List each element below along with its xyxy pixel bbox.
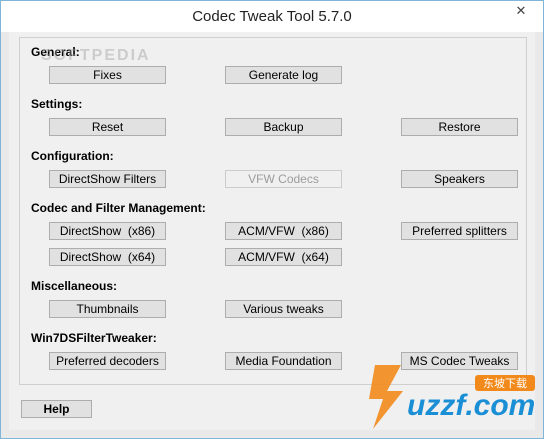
svg-text:uzzf.com: uzzf.com [407,389,535,422]
restore-button[interactable]: Restore [401,118,518,136]
section-configuration-label: Configuration: [31,149,114,163]
title-bar[interactable]: Codec Tweak Tool 5.7.0 ✕ [1,1,543,32]
preferred-splitters-button[interactable]: Preferred splitters [401,222,518,240]
acm-vfw-x86-button[interactable]: ACM/VFW (x86) [225,222,342,240]
help-button[interactable]: Help [21,400,92,418]
speakers-button[interactable]: Speakers [401,170,518,188]
svg-text:东坡下载: 东坡下载 [483,377,527,390]
backup-button[interactable]: Backup [225,118,342,136]
directshow-x86-button[interactable]: DirectShow (x86) [49,222,166,240]
directshow-filters-button[interactable]: DirectShow Filters [49,170,166,188]
section-settings-label: Settings: [31,97,83,111]
app-window: Codec Tweak Tool 5.7.0 ✕ General: Fixes … [0,0,544,439]
fixes-button[interactable]: Fixes [49,66,166,84]
section-win7ds-label: Win7DSFilterTweaker: [31,331,157,345]
directshow-x64-button[interactable]: DirectShow (x64) [49,248,166,266]
window-title: Codec Tweak Tool 5.7.0 [192,8,352,25]
vfw-codecs-button: VFW Codecs [225,170,342,188]
thumbnails-button[interactable]: Thumbnails [49,300,166,318]
softpedia-watermark: SOFTPEDIA [41,47,151,64]
reset-button[interactable]: Reset [49,118,166,136]
close-icon[interactable]: ✕ [509,2,533,20]
uzzf-logo-watermark: uzzf.com 东坡下载 [369,365,535,429]
section-codec-filter-label: Codec and Filter Management: [31,201,206,215]
various-tweaks-button[interactable]: Various tweaks [225,300,342,318]
media-foundation-button[interactable]: Media Foundation [225,352,342,370]
acm-vfw-x64-button[interactable]: ACM/VFW (x64) [225,248,342,266]
generate-log-button[interactable]: Generate log [225,66,342,84]
preferred-decoders-button[interactable]: Preferred decoders [49,352,166,370]
options-group: General: Fixes Generate log Settings: Re… [19,37,527,385]
section-misc-label: Miscellaneous: [31,279,118,293]
